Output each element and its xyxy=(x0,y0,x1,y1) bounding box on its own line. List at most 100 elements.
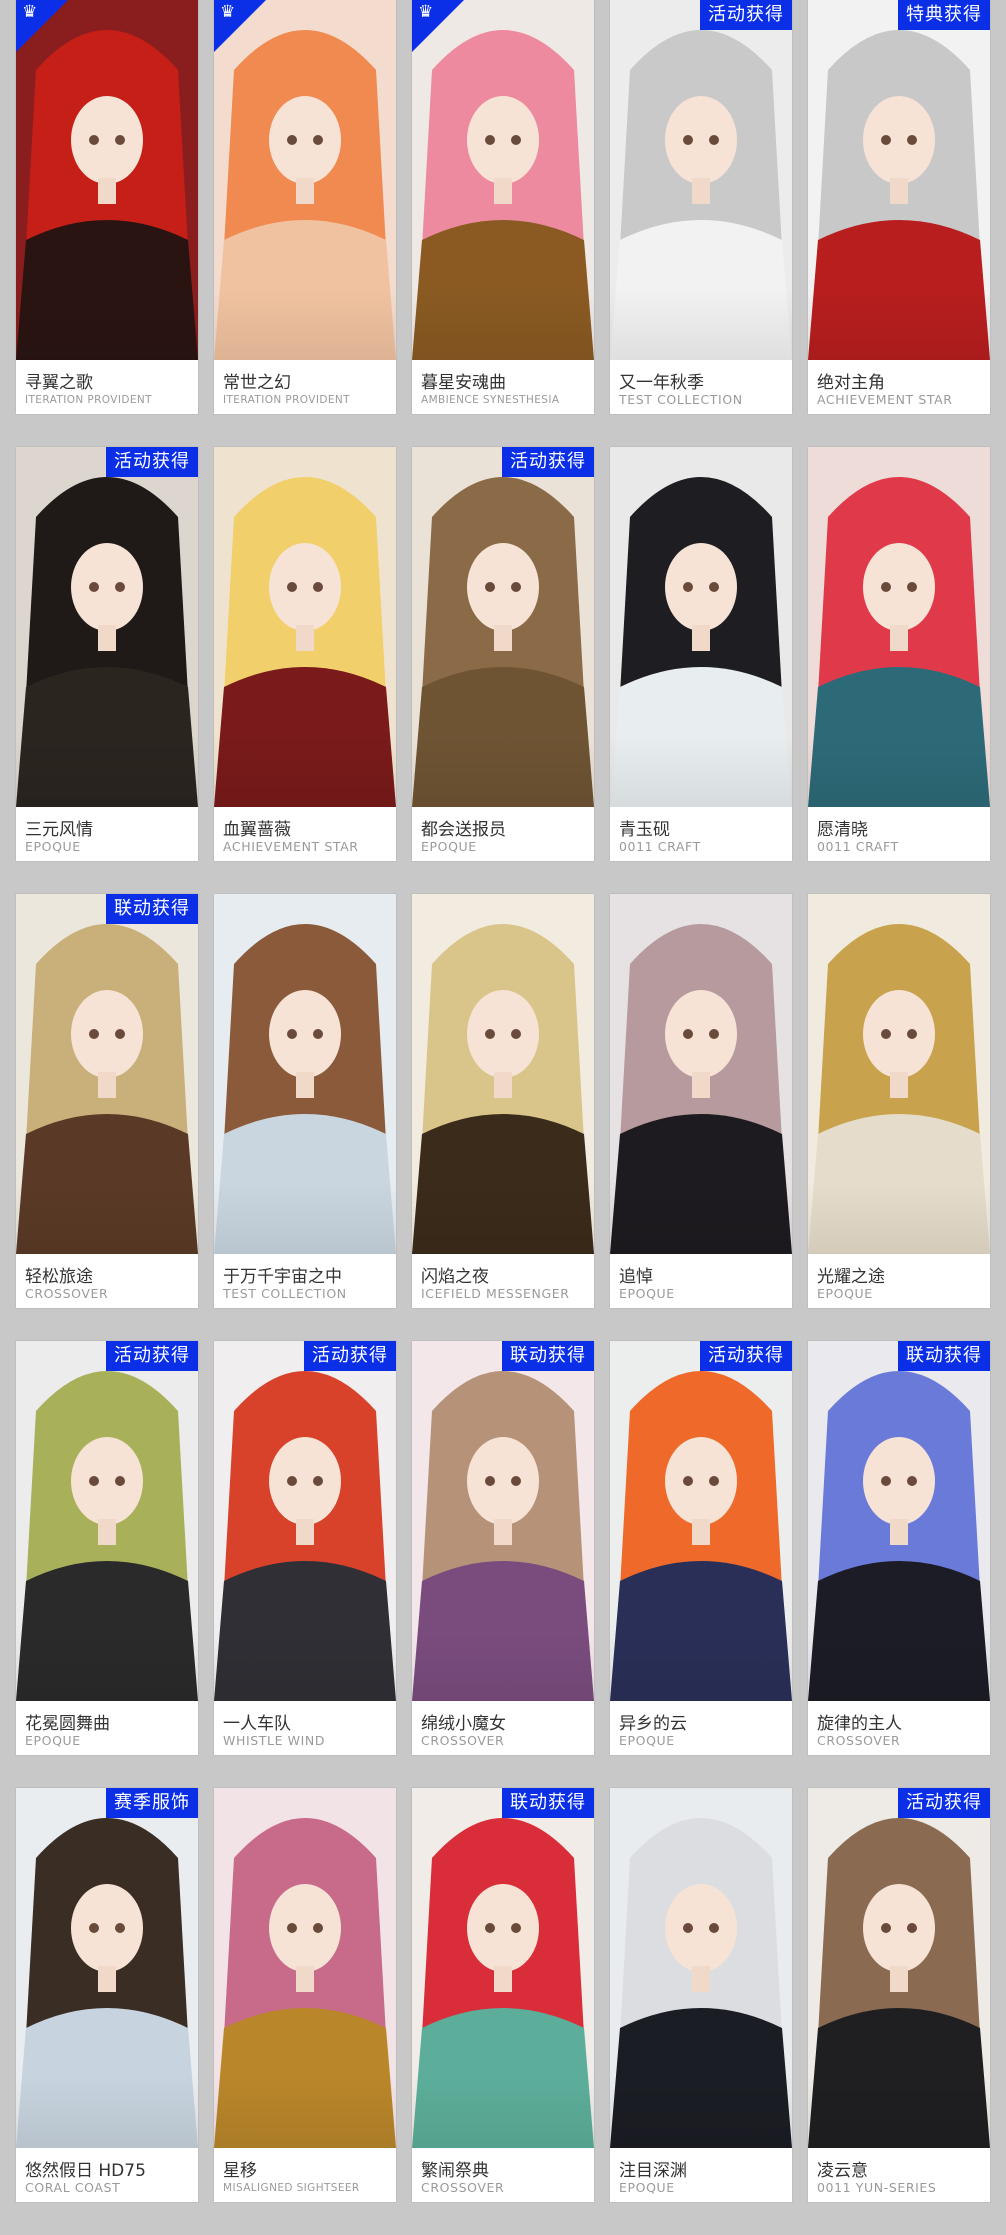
skin-card[interactable]: 联动获得 繁闹祭典 CROSSOVER xyxy=(412,1788,594,2202)
neck xyxy=(494,1519,512,1545)
skin-card[interactable]: 闪焰之夜 ICEFIELD MESSENGER xyxy=(412,894,594,1308)
skin-artwork xyxy=(16,447,198,807)
crown-icon: ♛ xyxy=(220,2,236,22)
skin-card[interactable]: 活动获得又一年秋季 TEST COLLECTION xyxy=(610,0,792,414)
neck xyxy=(296,1966,314,1992)
eye-right xyxy=(115,582,125,592)
skin-card[interactable]: 赛季服饰 悠然假日 HD75 CORAL COAST xyxy=(16,1788,198,2202)
neck xyxy=(494,625,512,651)
neck xyxy=(890,1519,908,1545)
skin-card[interactable]: 血翼蔷薇 ACHIEVEMENT STAR xyxy=(214,447,396,861)
skin-card[interactable]: ♛ 寻翼之歌 ITERATION PROVIDENT xyxy=(16,0,198,414)
eye-right xyxy=(907,1476,917,1486)
acquisition-badge: 活动获得 xyxy=(700,0,792,30)
skin-card[interactable]: 光耀之途 EPOQUE xyxy=(808,894,990,1308)
card-footer: 凌云意 0011 YUN-SERIES xyxy=(808,2148,990,2202)
skin-card[interactable]: 联动获得轻松旅途 CROSSOVER xyxy=(16,894,198,1308)
eye-left xyxy=(485,135,495,145)
skin-artwork xyxy=(214,0,396,360)
eye-right xyxy=(313,1476,323,1486)
eye-right xyxy=(709,582,719,592)
face xyxy=(269,1884,341,1972)
eye-right xyxy=(115,1923,125,1933)
skin-card[interactable]: 特典获得 绝对主角 ACHIEVEMENT STAR xyxy=(808,0,990,414)
neck xyxy=(692,625,710,651)
skin-series: MISALIGNED SIGHTSEER xyxy=(223,2182,360,2194)
skin-card[interactable]: 活动获得 三元风情 EPOQUE xyxy=(16,447,198,861)
skin-card[interactable]: 青玉砚 0011 CRAFT xyxy=(610,447,792,861)
eye-left xyxy=(89,1029,99,1039)
eye-right xyxy=(511,135,521,145)
skin-series: EPOQUE xyxy=(421,839,477,854)
skin-card[interactable]: 于万千宇宙之中 TEST COLLECTION xyxy=(214,894,396,1308)
skin-card[interactable]: ♛ 常世之幻 ITERATION PROVIDENT xyxy=(214,0,396,414)
skin-name: 追悼 xyxy=(619,1267,653,1287)
skin-series: ICEFIELD MESSENGER xyxy=(421,1286,570,1301)
skin-card[interactable]: 愿清晓 0011 CRAFT xyxy=(808,447,990,861)
eye-right xyxy=(709,135,719,145)
skin-name: 旋律的主人 xyxy=(817,1714,902,1734)
eye-left xyxy=(881,1029,891,1039)
skin-card[interactable]: 活动获得 凌云意 0011 YUN-SERIES xyxy=(808,1788,990,2202)
face xyxy=(467,1437,539,1525)
acquisition-badge: 联动获得 xyxy=(502,1341,594,1371)
skin-artwork xyxy=(412,894,594,1254)
crown-corner-icon: ♛ xyxy=(214,0,266,52)
eye-left xyxy=(89,1476,99,1486)
skin-card[interactable]: 星移 MISALIGNED SIGHTSEER xyxy=(214,1788,396,2202)
neck xyxy=(494,1966,512,1992)
card-footer: 又一年秋季 TEST COLLECTION xyxy=(610,360,792,414)
skin-artwork xyxy=(610,447,792,807)
neck xyxy=(98,178,116,204)
eye-left xyxy=(881,135,891,145)
skin-name: 青玉砚 xyxy=(619,820,670,840)
skin-card[interactable]: 活动获得异乡的云 EPOQUE xyxy=(610,1341,792,1755)
eye-left xyxy=(881,1923,891,1933)
neck xyxy=(692,178,710,204)
acquisition-badge: 活动获得 xyxy=(106,1341,198,1371)
skin-card[interactable]: ♛ 暮星安魂曲 AMBIENCE SYNESTHESIA xyxy=(412,0,594,414)
skin-card[interactable]: 联动获得 绵绒小魔女 CROSSOVER xyxy=(412,1341,594,1755)
eye-left xyxy=(881,1476,891,1486)
neck xyxy=(296,625,314,651)
eye-left xyxy=(89,582,99,592)
card-footer: 异乡的云 EPOQUE xyxy=(610,1701,792,1755)
face xyxy=(467,990,539,1078)
eye-right xyxy=(511,1923,521,1933)
skin-card[interactable]: 活动获得 花冕圆舞曲 EPOQUE xyxy=(16,1341,198,1755)
skin-artwork xyxy=(16,1341,198,1701)
face xyxy=(71,990,143,1078)
eye-left xyxy=(287,135,297,145)
skin-name: 又一年秋季 xyxy=(619,373,704,393)
skin-artwork xyxy=(610,894,792,1254)
neck xyxy=(692,1072,710,1098)
face xyxy=(269,990,341,1078)
skin-artwork xyxy=(808,1788,990,2148)
neck xyxy=(890,178,908,204)
skin-artwork xyxy=(16,0,198,360)
skin-series: WHISTLE WIND xyxy=(223,1733,326,1748)
acquisition-badge: 联动获得 xyxy=(106,894,198,924)
card-footer: 血翼蔷薇 ACHIEVEMENT STAR xyxy=(214,807,396,861)
neck xyxy=(494,1072,512,1098)
card-footer: 旋律的主人 CROSSOVER xyxy=(808,1701,990,1755)
card-footer: 轻松旅途 CROSSOVER xyxy=(16,1254,198,1308)
card-footer: 青玉砚 0011 CRAFT xyxy=(610,807,792,861)
skin-name: 绵绒小魔女 xyxy=(421,1714,506,1734)
skin-name: 于万千宇宙之中 xyxy=(223,1267,342,1287)
skin-card[interactable]: 活动获得 都会送报员 EPOQUE xyxy=(412,447,594,861)
skin-name: 星移 xyxy=(223,2161,257,2181)
skin-card[interactable]: 活动获得 一人车队 WHISTLE WIND xyxy=(214,1341,396,1755)
eye-left xyxy=(683,582,693,592)
face xyxy=(269,543,341,631)
face xyxy=(71,1884,143,1972)
skin-card[interactable]: 注目深渊 EPOQUE xyxy=(610,1788,792,2202)
acquisition-badge: 活动获得 xyxy=(700,1341,792,1371)
skin-card[interactable]: 联动获得 旋律的主人 CROSSOVER xyxy=(808,1341,990,1755)
skin-card[interactable]: 追悼 EPOQUE xyxy=(610,894,792,1308)
face xyxy=(863,990,935,1078)
skin-artwork xyxy=(214,1341,396,1701)
neck xyxy=(692,1519,710,1545)
eye-left xyxy=(287,582,297,592)
skin-series: EPOQUE xyxy=(619,1733,675,1748)
